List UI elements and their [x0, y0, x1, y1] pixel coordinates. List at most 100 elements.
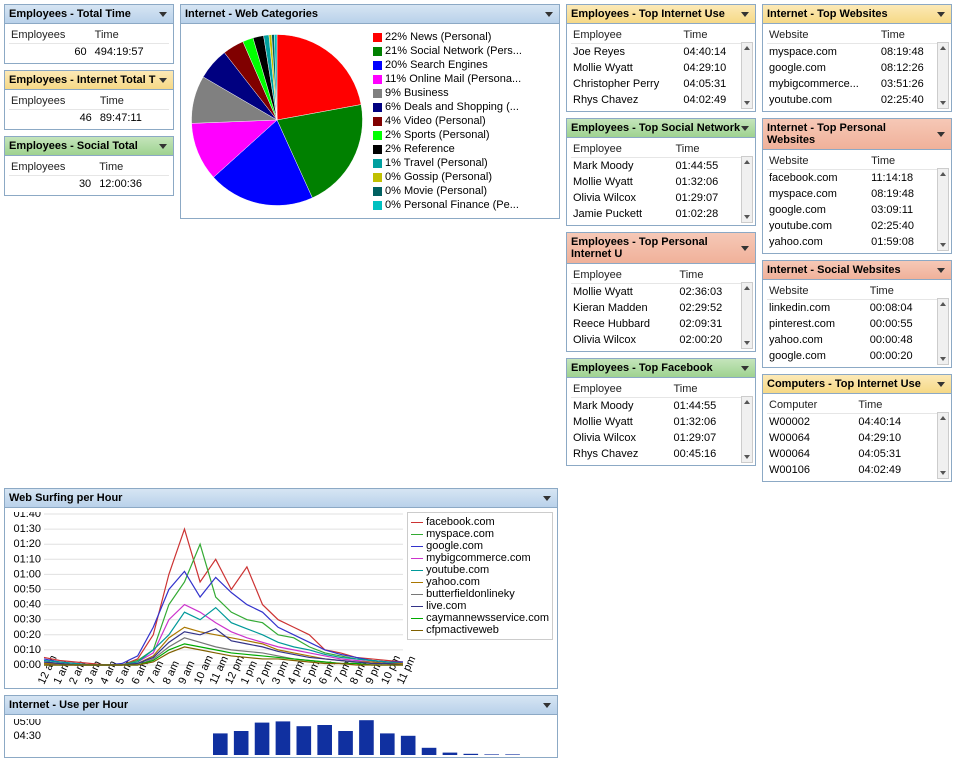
svg-text:01:00: 01:00 [13, 568, 41, 580]
legend-dash [411, 594, 423, 595]
legend-swatch [373, 117, 382, 126]
legend-swatch [373, 131, 382, 140]
table-row: Olivia Wilcox01:29:07 [571, 430, 741, 446]
legend-swatch [373, 47, 382, 56]
table-row: Kieran Madden02:29:52 [571, 300, 741, 316]
scroll-down-icon[interactable] [938, 468, 948, 478]
chevron-down-icon[interactable] [937, 268, 945, 273]
scroll-down-icon[interactable] [938, 240, 948, 250]
scroll-down-icon[interactable] [742, 452, 752, 462]
chevron-down-icon[interactable] [543, 496, 551, 501]
legend-label: caymannewsservice.com [426, 612, 549, 624]
panel-employees-top-internet-use: Employees - Top Internet Use EmployeeTim… [566, 4, 756, 112]
legend-swatch [373, 75, 382, 84]
panel-title: Employees - Internet Total T [9, 74, 156, 86]
legend-label: youtube.com [426, 564, 489, 576]
legend-dash [411, 582, 423, 583]
legend-swatch [373, 33, 382, 42]
scrollbar[interactable] [937, 42, 949, 109]
panel-title: Internet - Top Websites [767, 8, 888, 20]
scroll-down-icon[interactable] [742, 98, 752, 108]
chevron-down-icon[interactable] [741, 126, 749, 131]
legend-label: butterfieldonlineky [426, 588, 515, 600]
panel-internet-total: Employees - Internet Total T EmployeesTi… [4, 70, 174, 130]
svg-text:00:00: 00:00 [13, 659, 41, 671]
scroll-down-icon[interactable] [742, 212, 752, 222]
scroll-down-icon[interactable] [742, 338, 752, 348]
legend-label: 0% Gossip (Personal) [385, 170, 492, 184]
table-row: Reece Hubbard02:09:31 [571, 316, 741, 332]
table-row: youtube.com02:25:40 [767, 92, 937, 108]
chevron-down-icon[interactable] [545, 12, 553, 17]
scroll-up-icon[interactable] [938, 169, 948, 179]
panel-internet-top-websites: Internet - Top Websites WebsiteTimemyspa… [762, 4, 952, 112]
table-row: yahoo.com00:00:48 [767, 332, 937, 348]
panel-title: Internet - Social Websites [767, 264, 901, 276]
chevron-down-icon[interactable] [543, 703, 551, 708]
scroll-up-icon[interactable] [742, 43, 752, 53]
chevron-down-icon[interactable] [741, 366, 749, 371]
scrollbar[interactable] [741, 282, 753, 349]
scrollbar[interactable] [741, 42, 753, 109]
chevron-down-icon[interactable] [741, 246, 749, 251]
chevron-down-icon[interactable] [937, 12, 945, 17]
panel-social-total: Employees - Social Total EmployeesTime30… [4, 136, 174, 196]
pie-chart [187, 30, 367, 210]
scroll-up-icon[interactable] [742, 283, 752, 293]
scroll-up-icon[interactable] [938, 43, 948, 53]
table-row: W0006404:29:10 [767, 430, 937, 446]
legend-label: 20% Search Engines [385, 58, 488, 72]
table-row: facebook.com11:14:18 [767, 170, 937, 187]
legend-swatch [373, 103, 382, 112]
table-row: W0006404:05:31 [767, 446, 937, 462]
scroll-down-icon[interactable] [938, 98, 948, 108]
line-legend: facebook.commyspace.comgoogle.commybigco… [407, 512, 553, 640]
scroll-up-icon[interactable] [938, 299, 948, 309]
panel-title: Employees - Social Total [9, 140, 138, 152]
table-row: google.com00:00:20 [767, 348, 937, 364]
legend-label: google.com [426, 540, 483, 552]
panel-title: Computers - Top Internet Use [767, 378, 921, 390]
chevron-down-icon[interactable] [159, 144, 167, 149]
bar-chart: 05:0004:30 [9, 719, 553, 755]
chevron-down-icon[interactable] [159, 78, 167, 83]
legend-swatch [373, 159, 382, 168]
svg-text:00:40: 00:40 [13, 599, 41, 611]
scrollbar[interactable] [937, 412, 949, 479]
legend-swatch [373, 145, 382, 154]
panel-title: Employees - Top Personal Internet U [571, 236, 741, 260]
svg-text:00:50: 00:50 [13, 584, 41, 596]
table-row: Mark Moody01:44:55 [571, 158, 741, 175]
panel-employees-top-facebook: Employees - Top Facebook EmployeeTimeMar… [566, 358, 756, 466]
table-row: youtube.com02:25:40 [767, 218, 937, 234]
scrollbar[interactable] [741, 156, 753, 223]
chevron-down-icon[interactable] [741, 12, 749, 17]
legend-dash [411, 618, 423, 619]
scrollbar[interactable] [741, 396, 753, 463]
chevron-down-icon[interactable] [937, 132, 945, 137]
table-row: Rhys Chavez04:02:49 [571, 92, 741, 108]
panel-title: Web Surfing per Hour [9, 492, 122, 504]
table-row: Mollie Wyatt01:32:06 [571, 174, 741, 190]
panel-title: Internet - Web Categories [185, 8, 318, 20]
legend-label: 0% Movie (Personal) [385, 184, 487, 198]
legend-label: mybigcommerce.com [426, 552, 531, 564]
scrollbar[interactable] [937, 298, 949, 365]
legend-label: 9% Business [385, 86, 449, 100]
legend-swatch [373, 187, 382, 196]
scroll-up-icon[interactable] [742, 397, 752, 407]
table-row: Mark Moody01:44:55 [571, 398, 741, 415]
legend-swatch [373, 201, 382, 210]
chevron-down-icon[interactable] [159, 12, 167, 17]
legend-dash [411, 558, 423, 559]
table-row: Mollie Wyatt04:29:10 [571, 60, 741, 76]
scrollbar[interactable] [937, 168, 949, 251]
scroll-up-icon[interactable] [742, 157, 752, 167]
legend-label: 22% News (Personal) [385, 30, 491, 44]
chevron-down-icon[interactable] [937, 382, 945, 387]
table-row: pinterest.com00:00:55 [767, 316, 937, 332]
scroll-down-icon[interactable] [938, 354, 948, 364]
scroll-up-icon[interactable] [938, 413, 948, 423]
svg-text:01:40: 01:40 [13, 512, 41, 520]
panel-employees-top-social-network: Employees - Top Social Network EmployeeT… [566, 118, 756, 226]
